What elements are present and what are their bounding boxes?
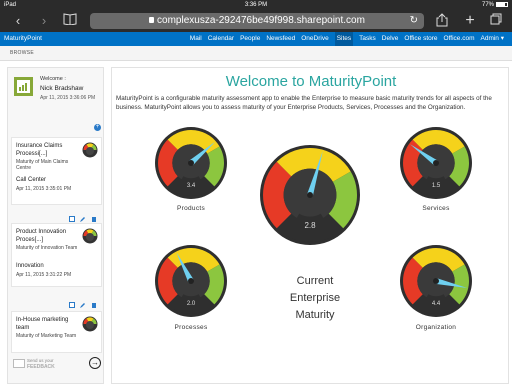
edit-icon[interactable] <box>80 295 86 308</box>
forward-icon[interactable]: › <box>36 13 52 29</box>
assessment-category: Innovation <box>16 263 44 269</box>
gauge-value: 1.5 <box>432 183 441 189</box>
delete-icon[interactable] <box>91 295 97 308</box>
page-title: Welcome to MaturityPoint <box>225 73 397 90</box>
gauge-value: 2.0 <box>187 301 196 307</box>
url-text: complexusza-292476be49f998.sharepoint.co… <box>157 15 365 26</box>
assessment-card[interactable]: Insurance Claims Processi[...] Maturity … <box>11 137 102 205</box>
nav-link-people[interactable]: People <box>240 32 260 46</box>
gauge-value: 3.4 <box>187 183 196 189</box>
nav-link-tasks[interactable]: Tasks <box>359 32 376 46</box>
app-logo <box>14 77 33 96</box>
delete-icon[interactable] <box>91 209 97 222</box>
battery-icon <box>496 1 508 7</box>
edit-icon[interactable] <box>80 209 86 222</box>
bookmarks-icon[interactable] <box>62 13 78 29</box>
share-icon[interactable] <box>434 13 450 29</box>
address-bar[interactable]: complexusza-292476be49f998.sharepoint.co… <box>90 13 424 29</box>
gauge-label-processes: Processes <box>174 324 208 331</box>
gauge-enterprise: 2.8 <box>260 145 360 245</box>
assessment-subtitle: Maturity of Innovation Team <box>16 245 78 251</box>
assessment-card[interactable]: Product Innovation Proces[...] Maturity … <box>11 223 102 287</box>
arrow-right-icon[interactable]: → <box>89 357 101 369</box>
ribbon-browse-tab[interactable]: BROWSE <box>0 46 512 61</box>
gauge-organization: 4.4 <box>400 245 472 317</box>
pdf-icon[interactable] <box>69 209 75 222</box>
gauge-label-products: Products <box>176 205 206 212</box>
nav-link-admin[interactable]: Admin ▾ <box>481 32 505 46</box>
envelope-icon <box>13 359 25 368</box>
gauge-services: 1.5 <box>400 127 472 199</box>
assessment-subtitle: Maturity of Main Claims Centre <box>16 159 69 171</box>
nav-link-onedrive[interactable]: OneDrive <box>301 32 328 46</box>
app-brand[interactable]: MaturityPoint <box>4 32 42 46</box>
center-maturity-label: Current Enterprise Maturity <box>289 275 341 321</box>
dashboard: Welcome to MaturityPoint MaturityPoint i… <box>111 67 509 384</box>
page-description: MaturityPoint is a configurable maturity… <box>116 95 492 111</box>
nav-link-sites[interactable]: Sites <box>334 32 354 46</box>
suite-links: Mail Calendar People Newsfeed OneDrive Sites T… <box>184 32 504 46</box>
assessment-date: Apr 11, 2015 3:35:01 PM <box>16 186 72 192</box>
user-name: Nick Bradshaw <box>40 85 84 92</box>
status-bar: iPad 3:36 PM 77% <box>0 0 512 10</box>
mini-gauge-icon <box>82 316 98 332</box>
suite-bar: MaturityPoint Mail Calendar People Newsfeed… <box>0 32 512 46</box>
battery: 77% <box>482 0 508 10</box>
assessment-sidebar: Welcome : Nick Bradshaw Apr 11, 2015 3:3… <box>7 67 104 384</box>
tabs-icon[interactable] <box>488 13 504 29</box>
nav-link-office-com[interactable]: Office.com <box>444 32 475 46</box>
card-actions <box>69 295 97 308</box>
nav-link-calendar[interactable]: Calendar <box>208 32 234 46</box>
browser-toolbar: ‹ › complexusza-292476be49f998.sharepoin… <box>0 10 512 32</box>
gauge-processes: 2.0 <box>155 245 227 317</box>
welcome-box: Welcome : Nick Bradshaw Apr 11, 2015 3:3… <box>12 73 102 123</box>
assessment-subtitle: Maturity of Marketing Team <box>16 333 77 339</box>
gauge-value: 2.8 <box>304 221 316 230</box>
mini-gauge-icon <box>82 228 98 244</box>
reload-icon[interactable]: ↻ <box>410 13 418 29</box>
gauge-value: 4.4 <box>432 301 441 307</box>
clock: 3:36 PM <box>244 2 268 8</box>
gauge-label-services: Services <box>422 205 450 212</box>
add-assessment-button[interactable]: + <box>94 124 101 131</box>
feedback-line1: Send us your <box>27 358 54 363</box>
welcome-label: Welcome : <box>40 76 66 82</box>
gauge-label-organization: Organization <box>415 324 457 331</box>
back-icon[interactable]: ‹ <box>10 13 26 29</box>
mini-gauge-icon <box>82 142 98 158</box>
lock-icon <box>149 17 155 23</box>
nav-link-office-store[interactable]: Office store <box>404 32 437 46</box>
assessment-title[interactable]: Product Innovation Proces[...] <box>16 228 80 244</box>
nav-link-newsfeed[interactable]: Newsfeed <box>266 32 295 46</box>
feedback-link[interactable]: Send us your FEEDBACK → <box>13 357 101 373</box>
card-actions <box>69 209 97 222</box>
assessment-title[interactable]: Insurance Claims Processi[...] <box>16 142 80 158</box>
gauge-products: 3.4 <box>155 127 227 199</box>
nav-link-delve[interactable]: Delve <box>382 32 399 46</box>
new-tab-icon[interactable]: + <box>462 13 478 29</box>
feedback-line2: FEEDBACK <box>27 364 55 370</box>
assessment-title[interactable]: In-House marketing team <box>16 316 80 332</box>
nav-link-mail[interactable]: Mail <box>190 32 202 46</box>
assessment-date: Apr 11, 2015 3:31:22 PM <box>16 272 72 278</box>
assessment-card[interactable]: In-House marketing team Maturity of Mark… <box>11 311 102 353</box>
pdf-icon[interactable] <box>69 295 75 308</box>
assessment-category: Call Center <box>16 177 47 183</box>
login-date: Apr 11, 2015 3:36:06 PM <box>40 95 96 101</box>
